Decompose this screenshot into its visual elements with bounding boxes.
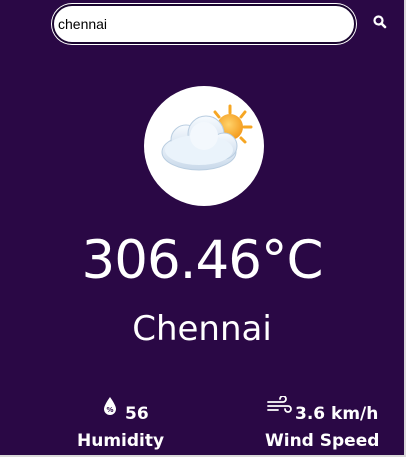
wind-icon	[267, 396, 292, 413]
humidity-value: 56	[125, 404, 149, 424]
temperature: 306.46°C	[81, 230, 324, 291]
humidity-label: Humidity	[77, 431, 165, 451]
weather-icon-container	[144, 86, 264, 206]
humidity-icon: %	[104, 397, 116, 415]
weather-app: 306.46°C Chennai % 56 Humidity 3.6 km/h …	[0, 0, 406, 457]
svg-text:%: %	[106, 406, 113, 414]
sun-behind-cloud-icon	[161, 104, 253, 171]
search-icon	[373, 15, 387, 29]
city-name: Chennai	[132, 309, 272, 349]
search-input[interactable]	[52, 4, 356, 44]
wind-speed-value: 3.6 km/h	[295, 404, 379, 424]
search-button[interactable]	[370, 12, 390, 32]
wind-speed-label: Wind Speed	[265, 431, 380, 451]
